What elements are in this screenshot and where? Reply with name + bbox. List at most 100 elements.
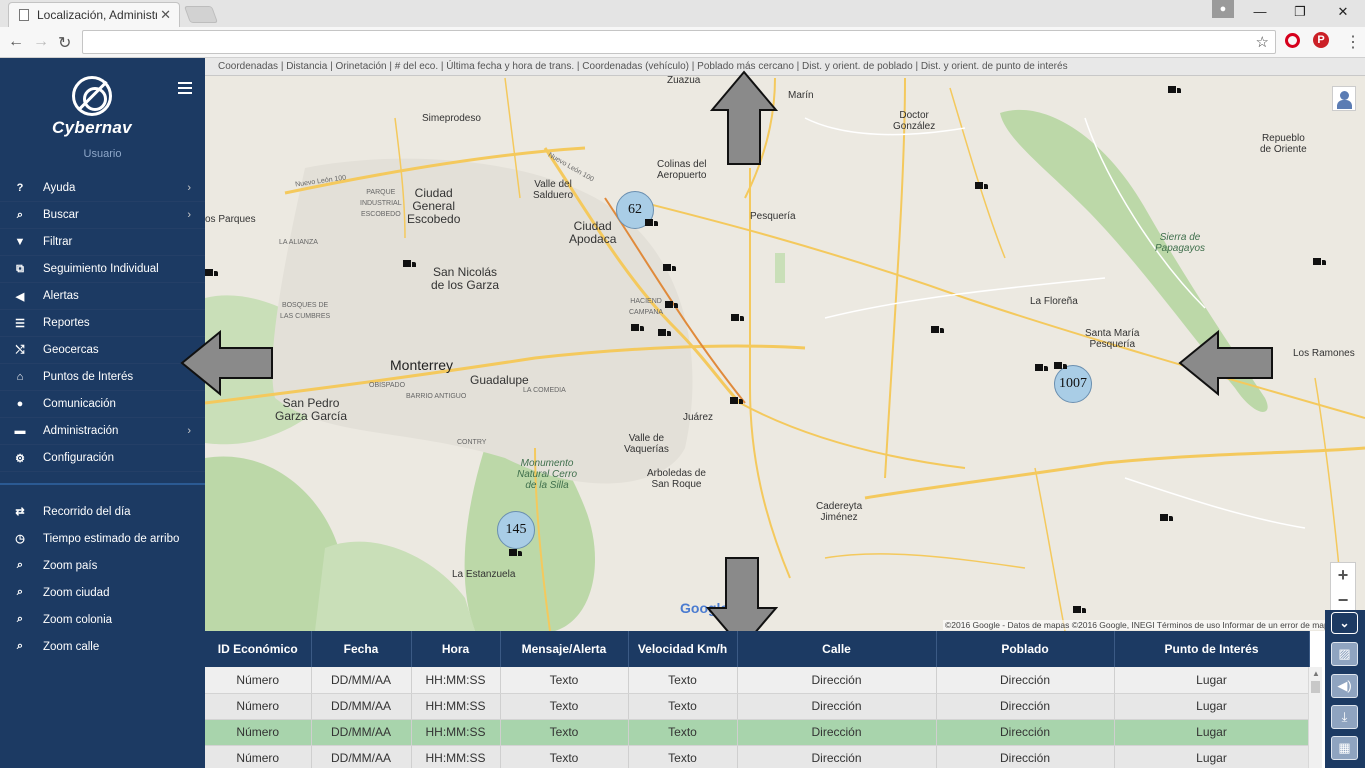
truck-icon[interactable]: [205, 269, 218, 278]
truck-icon[interactable]: [663, 264, 676, 273]
sidebar-item-comunicacion[interactable]: ● Comunicación: [0, 391, 205, 418]
table-row-selected[interactable]: Número DD/MM/AA HH:MM:SS Texto Texto Dir…: [205, 719, 1310, 746]
browser-tab[interactable]: Localización, Administrac ✕: [8, 2, 180, 27]
truck-icon[interactable]: [1073, 606, 1086, 615]
sound-button[interactable]: ◀): [1331, 674, 1358, 698]
truck-icon[interactable]: [1168, 86, 1181, 95]
truck-icon[interactable]: [730, 397, 743, 406]
sidebar-item-label: Reportes: [43, 317, 90, 329]
sidebar-item-reportes[interactable]: ☰ Reportes: [0, 310, 205, 337]
scroll-up-icon[interactable]: ▲: [1312, 669, 1320, 678]
browser-menu-icon[interactable]: ⋮: [1345, 32, 1361, 52]
truck-icon[interactable]: [645, 219, 658, 228]
grid-button[interactable]: ▦: [1331, 736, 1358, 760]
truck-icon[interactable]: [731, 314, 744, 323]
tab-title: Localización, Administrac: [37, 8, 157, 22]
back-icon[interactable]: ←: [8, 33, 24, 51]
truck-icon[interactable]: [975, 182, 988, 191]
sidebar-item-label: Geocercas: [43, 344, 99, 356]
column-header[interactable]: Calle: [737, 631, 937, 667]
new-tab-button[interactable]: [183, 6, 219, 23]
shuffle-icon: ⤭: [15, 343, 25, 356]
bookmark-star-icon[interactable]: ☆: [1256, 33, 1269, 51]
truck-icon[interactable]: [509, 549, 522, 558]
image-button[interactable]: ▨: [1331, 642, 1358, 666]
table-cell: Dirección: [936, 693, 1115, 720]
truck-icon[interactable]: [403, 260, 416, 269]
sidebar-item-configuracion[interactable]: ⚙ Configuración: [0, 445, 205, 472]
sidebar-item-alertas[interactable]: ◀ Alertas: [0, 283, 205, 310]
restore-button[interactable]: ❐: [1290, 4, 1310, 20]
column-header[interactable]: Mensaje/Alerta: [500, 631, 629, 667]
column-header[interactable]: ID Económico: [205, 631, 312, 667]
map-label-sierra-papagayos: Sierra de Papagayos: [1155, 232, 1206, 254]
sidebar-item-tiempo-estimado[interactable]: ◷ Tiempo estimado de arribo: [0, 525, 205, 552]
column-header[interactable]: Punto de Interés: [1114, 631, 1310, 667]
table-cell: Texto: [628, 745, 738, 768]
sidebar-item-filtrar[interactable]: ▼ Filtrar: [0, 229, 205, 256]
zoom-4-icon: ⌕: [16, 640, 24, 652]
vehicle-cluster[interactable]: 145: [497, 511, 535, 549]
hamburger-menu-icon[interactable]: [178, 82, 192, 94]
column-header[interactable]: Poblado: [936, 631, 1115, 667]
forward-icon[interactable]: →: [33, 33, 49, 51]
close-window-button[interactable]: ✕: [1333, 4, 1353, 20]
column-header[interactable]: Velocidad Km/h: [628, 631, 738, 667]
sidebar-item-zoom-pais[interactable]: ⌕ Zoom país: [0, 552, 205, 579]
map-label-repueblo: Repueblo de Oriente: [1260, 133, 1307, 155]
column-header[interactable]: Fecha: [311, 631, 412, 667]
sidebar-tools: ⇄ Recorrido del día ◷ Tiempo estimado de a…: [0, 498, 205, 660]
truck-icon[interactable]: [1313, 258, 1326, 267]
map-label-hacienda: HACIEND CAMPANA: [629, 298, 664, 316]
truck-icon[interactable]: [1035, 364, 1048, 373]
table-cell: Número: [205, 667, 312, 694]
sidebar-item-label: Zoom calle: [43, 640, 100, 653]
tab-close-icon[interactable]: ✕: [160, 7, 171, 23]
address-bar[interactable]: ☆: [82, 30, 1276, 54]
sidebar-item-buscar[interactable]: ⌕ Buscar ›: [0, 202, 205, 229]
sidebar-item-geocercas[interactable]: ⤭ Geocercas: [0, 337, 205, 364]
table-cell: Lugar: [1114, 745, 1310, 768]
table-scrollbar[interactable]: ▲: [1308, 667, 1322, 768]
sidebar-item-administracion[interactable]: ▬ Administración ›: [0, 418, 205, 445]
megaphone-icon: ◀: [15, 290, 25, 303]
zoom-in-button[interactable]: +: [1331, 563, 1355, 588]
sidebar-item-recorrido[interactable]: ⇄ Recorrido del día: [0, 498, 205, 525]
opera-extension-icon[interactable]: [1285, 33, 1300, 48]
column-header[interactable]: Hora: [411, 631, 501, 667]
reload-icon[interactable]: ↻: [58, 33, 71, 53]
truck-icon[interactable]: [1054, 362, 1067, 371]
map-label-la-estanzuela: La Estanzuela: [452, 569, 516, 580]
sidebar-item-puntos-interes[interactable]: ⌂ Puntos de Interés: [0, 364, 205, 391]
map-label-colinas: Colinas del Aeropuerto: [657, 159, 707, 181]
arrow-left-icon: [180, 330, 273, 396]
profile-icon[interactable]: ●: [1212, 0, 1234, 18]
collapse-table-button[interactable]: ⌄: [1331, 612, 1358, 634]
map-label-arboledas: Arboledas de San Roque: [647, 468, 706, 490]
sidebar-item-zoom-calle[interactable]: ⌕ Zoom calle: [0, 633, 205, 660]
table-row[interactable]: Número DD/MM/AA HH:MM:SS Texto Texto Dir…: [205, 745, 1310, 768]
street-view-pegman-icon[interactable]: [1332, 86, 1356, 111]
truck-icon[interactable]: [931, 326, 944, 335]
table-row[interactable]: Número DD/MM/AA HH:MM:SS Texto Texto Dir…: [205, 667, 1310, 694]
map-label-santa-maria: Santa María Pesquería: [1085, 328, 1140, 350]
sidebar-item-zoom-ciudad[interactable]: ⌕ Zoom ciudad: [0, 579, 205, 606]
pinterest-extension-icon[interactable]: P: [1313, 32, 1329, 48]
sidebar-item-label: Buscar: [43, 209, 79, 221]
sidebar-item-zoom-colonia[interactable]: ⌕ Zoom colonia: [0, 606, 205, 633]
minimize-button[interactable]: —: [1250, 4, 1270, 19]
table-cell: Dirección: [737, 667, 937, 694]
download-button[interactable]: ⤓: [1331, 705, 1358, 729]
truck-icon[interactable]: [665, 301, 678, 310]
truck-icon[interactable]: [658, 329, 671, 338]
table-row[interactable]: Número DD/MM/AA HH:MM:SS Texto Texto Dir…: [205, 693, 1310, 720]
map-zoom-control: + −: [1330, 562, 1356, 612]
sidebar-item-ayuda[interactable]: ? Ayuda ›: [0, 175, 205, 202]
truck-icon[interactable]: [1160, 514, 1173, 523]
table-cell: HH:MM:SS: [411, 745, 501, 768]
scrollbar-thumb[interactable]: [1311, 681, 1320, 693]
map-label-san-pedro: San Pedro Garza García: [275, 396, 348, 423]
truck-icon[interactable]: [631, 324, 644, 333]
sidebar-item-seguimiento[interactable]: ⧉ Seguimiento Individual: [0, 256, 205, 283]
table-cell: HH:MM:SS: [411, 693, 501, 720]
